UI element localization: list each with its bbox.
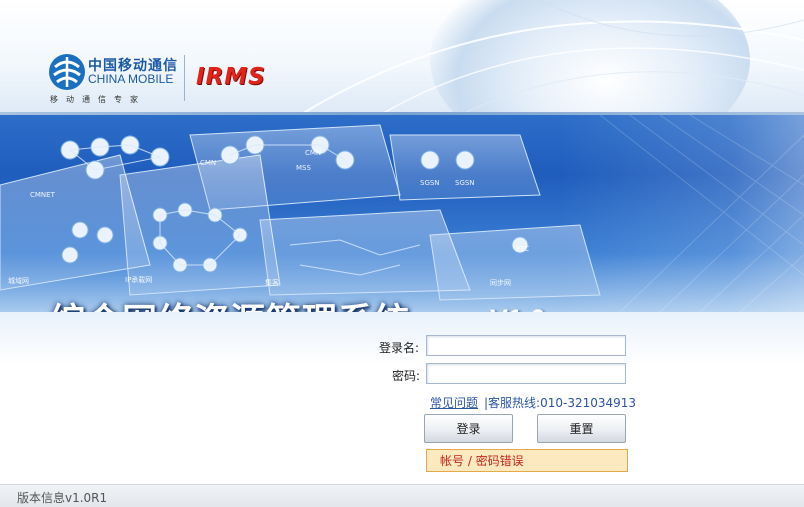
svg-text:PTC: PTC (516, 245, 529, 253)
login-area (0, 312, 804, 484)
svg-text:同步网: 同步网 (490, 279, 511, 287)
username-label: 登录名: (379, 341, 420, 355)
logo-divider (184, 55, 185, 101)
faq-link[interactable]: 常见问题 (430, 394, 478, 411)
svg-text:CMN: CMN (305, 149, 321, 157)
support-hotline: |客服热线:010-321034913 (484, 396, 637, 410)
login-error-message: 帐号 / 密码错误 (426, 449, 628, 472)
svg-text:IP承载网: IP承载网 (125, 275, 152, 284)
svg-text:SGSN: SGSN (420, 179, 440, 187)
password-input[interactable] (426, 363, 626, 384)
system-version: V1.0 (490, 304, 546, 312)
svg-text:城域网: 城域网 (8, 276, 29, 285)
reset-button[interactable]: 重置 (537, 414, 626, 443)
password-label: 密码: (392, 369, 421, 383)
version-info: 版本信息v1.0R1 (17, 491, 108, 505)
username-input[interactable] (426, 335, 626, 356)
login-button[interactable]: 登录 (424, 414, 513, 443)
footer: 版本信息v1.0R1 (0, 484, 804, 507)
china-mobile-logo-icon (49, 54, 85, 90)
svg-text:SGSN: SGSN (455, 179, 475, 187)
svg-text:CMNET: CMNET (30, 191, 56, 199)
banner: CMNET 城域网 IP承载网 集客 CMN CMN MSS SGSN SGSN… (0, 115, 804, 312)
header: 中国移动通信 CHINA MOBILE 移动通信专家 IRMS (0, 0, 804, 115)
svg-text:MSS: MSS (296, 164, 311, 172)
network-topology-illustration: CMNET 城域网 IP承载网 集客 CMN CMN MSS SGSN SGSN… (0, 115, 804, 312)
svg-text:集客: 集客 (265, 278, 279, 287)
system-title: 综合网络资源管理系统 (50, 293, 410, 312)
brand-name-en: CHINA MOBILE (88, 72, 174, 86)
irms-logo: IRMS (196, 64, 266, 90)
svg-text:CMN: CMN (200, 159, 216, 167)
brand-slogan: 移动通信专家 (50, 95, 146, 104)
